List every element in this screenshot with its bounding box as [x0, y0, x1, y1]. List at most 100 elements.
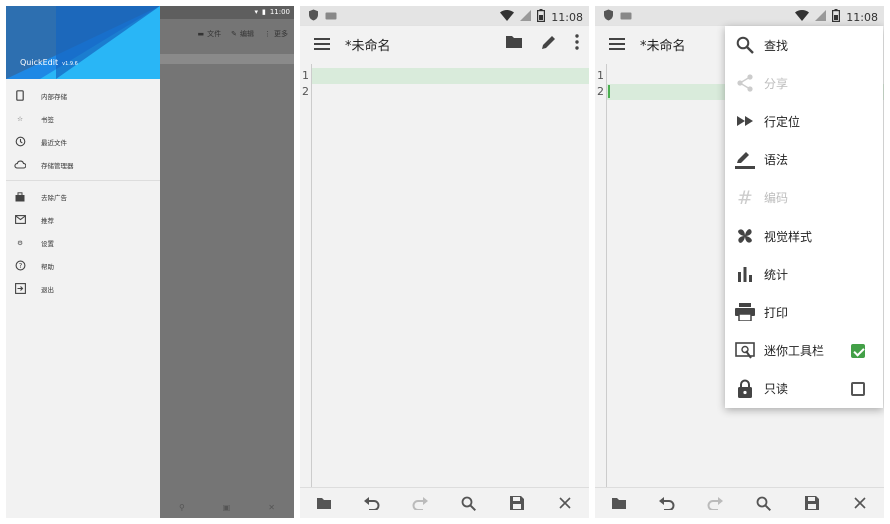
menu-item-syntax[interactable]: 语法 [725, 141, 883, 179]
syntax-icon [735, 150, 755, 170]
menu-item-read-only[interactable]: 只读 [725, 370, 883, 408]
menu-item-find[interactable]: 查找 [725, 26, 883, 64]
gear-icon: ⚙ [17, 238, 23, 247]
drawer-item-remove-ads[interactable]: 去除广告 [6, 185, 160, 208]
open-folder-icon[interactable] [609, 493, 629, 513]
drawer-list: 内部存储 ☆ 书签 最近文件 存储管理器 去除广告 推荐 ⚙ 设置 ? 帮助 退… [6, 84, 160, 300]
menu-item-share[interactable]: 分享 [725, 64, 883, 102]
mini-toolbar-icon [735, 341, 755, 361]
save-icon[interactable]: ▣ [223, 503, 231, 512]
wifi-icon [500, 10, 515, 24]
svg-text:?: ? [18, 262, 22, 270]
save-icon[interactable] [507, 493, 527, 513]
dimmed-toolbar: ▬ 文件 ✎ 编辑 ⋮ 更多 [160, 19, 294, 49]
redo-icon[interactable] [705, 493, 725, 513]
document-title: *未命名 [345, 39, 391, 54]
status-time: 11:00 [269, 8, 290, 16]
wifi-icon [795, 10, 810, 24]
app-version: v1.9.6 [62, 61, 78, 67]
menu-item-goto-line[interactable]: 行定位 [725, 102, 883, 140]
close-icon[interactable]: ✕ [268, 503, 275, 512]
history-icon [14, 136, 26, 148]
signal-icon [520, 10, 532, 24]
encoding-icon: # [737, 186, 753, 209]
pencil-icon: ✎ [231, 30, 237, 38]
shield-icon [308, 9, 319, 24]
drawer-item-exit[interactable]: 退出 [6, 277, 160, 300]
drawer-item-recommend[interactable]: 推荐 [6, 208, 160, 231]
status-bar: 11:08 [595, 6, 884, 26]
redo-icon[interactable] [410, 493, 430, 513]
editor-area[interactable]: 1 2 [300, 64, 589, 487]
undo-icon[interactable] [362, 493, 382, 513]
toolbar-edit-button[interactable]: ✎ 编辑 [231, 29, 254, 39]
notification-icon [620, 10, 632, 23]
more-icon[interactable] [575, 34, 579, 54]
editor-screenshot: 11:08 *未命名 1 2 [300, 6, 589, 518]
menu-item-print[interactable]: 打印 [725, 293, 883, 331]
line-number-gutter: 1 2 [595, 64, 607, 487]
text-cursor [608, 85, 610, 98]
drawer-item-bookmarks[interactable]: ☆ 书签 [6, 107, 160, 130]
close-icon[interactable] [555, 493, 575, 513]
stats-icon [735, 264, 755, 284]
share-icon [735, 73, 755, 93]
signal-icon [815, 10, 827, 24]
line-number-gutter: 1 2 [300, 64, 312, 487]
menu-icon[interactable] [609, 36, 625, 55]
drawer-item-storage-manager[interactable]: 存储管理器 [6, 153, 160, 176]
cloud-icon [14, 159, 26, 171]
pencil-icon[interactable] [541, 34, 557, 54]
battery-icon: ▮ [261, 8, 266, 16]
undo-icon[interactable] [657, 493, 677, 513]
dimmed-editor[interactable] [160, 6, 294, 518]
navigation-drawer: QuickEdit v1.9.6 内部存储 ☆ 书签 最近文件 存储管理器 去除… [6, 6, 160, 518]
folder-icon: ▬ [197, 30, 205, 38]
bottom-toolbar [595, 487, 884, 518]
document-title: *未命名 [640, 39, 686, 54]
bottom-toolbar [300, 487, 589, 518]
search-icon[interactable] [459, 493, 479, 513]
lock-icon [735, 379, 755, 399]
status-bar: 11:08 [300, 6, 589, 26]
search-icon[interactable] [754, 493, 774, 513]
bag-icon [14, 191, 26, 203]
mail-icon [14, 214, 26, 226]
toolbar-more-button[interactable]: ⋮ 更多 [264, 29, 288, 39]
close-icon[interactable] [850, 493, 870, 513]
goto-line-icon [735, 111, 755, 131]
app-bar: *未命名 [300, 26, 589, 64]
drawer-item-help[interactable]: ? 帮助 [6, 254, 160, 277]
drawer-item-recent-files[interactable]: 最近文件 [6, 130, 160, 153]
dimmed-bottom-bar: ⚲ ▣ ✕ [160, 496, 294, 518]
help-icon: ? [14, 260, 26, 272]
toolbar-file-button[interactable]: ▬ 文件 [198, 29, 222, 39]
search-icon[interactable]: ⚲ [179, 503, 185, 512]
menu-item-visual-style[interactable]: 视觉样式 [725, 217, 883, 255]
drawer-screenshot: ▾ ▮ 11:00 ▬ 文件 ✎ 编辑 ⋮ 更多 ⚲ ▣ ✕ QuickEdit v1.… [6, 6, 294, 518]
menu-item-mini-toolbar[interactable]: 迷你工具栏 [725, 332, 883, 370]
line-number: 2 [597, 85, 604, 98]
wifi-icon: ▾ [254, 8, 258, 16]
more-icon: ⋮ [264, 30, 271, 38]
phone-icon [14, 90, 26, 102]
drawer-item-settings[interactable]: ⚙ 设置 [6, 231, 160, 254]
search-icon [735, 35, 755, 55]
drawer-item-internal-storage[interactable]: 内部存储 [6, 84, 160, 107]
notification-icon [325, 10, 337, 23]
save-icon[interactable] [802, 493, 822, 513]
mini-toolbar-checkbox[interactable] [851, 343, 865, 358]
menu-icon[interactable] [314, 36, 330, 55]
exit-icon [14, 283, 26, 295]
menu-screenshot: 11:08 *未命名 1 2 查找 分享 行定位 语法 # 编码 视觉样式 统计… [595, 6, 884, 518]
battery-icon [832, 9, 841, 25]
drawer-header: QuickEdit v1.9.6 [6, 6, 160, 79]
open-folder-icon[interactable] [314, 493, 334, 513]
line-number: 2 [302, 85, 309, 98]
menu-item-encoding[interactable]: # 编码 [725, 179, 883, 217]
line-number: 1 [597, 69, 604, 82]
menu-item-statistics[interactable]: 统计 [725, 255, 883, 293]
folder-icon[interactable] [505, 34, 523, 54]
read-only-checkbox[interactable] [851, 381, 865, 396]
star-icon: ☆ [17, 114, 23, 123]
